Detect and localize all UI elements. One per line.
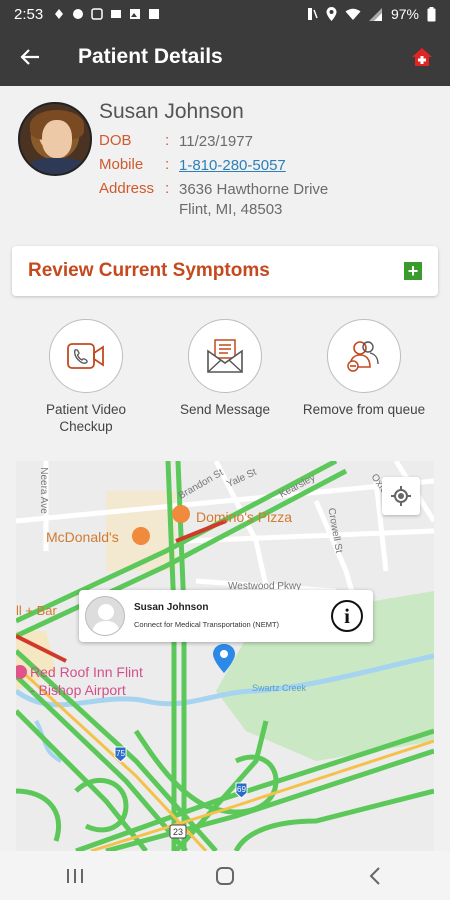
separator: : [165, 156, 170, 173]
dob-value: 11/23/1977 [179, 133, 253, 150]
status-bar: 2:53 97% [0, 0, 450, 28]
remove-queue-action[interactable]: Remove from queue [294, 319, 434, 418]
popup-patient-name: Susan Johnson [134, 602, 209, 613]
map-label-neera: Neera Ave [37, 467, 49, 514]
notification-icon [149, 9, 160, 19]
plus-icon[interactable]: + [404, 262, 422, 280]
address-row: Address : 3636 Hawthorne Drive Flint, MI… [99, 180, 328, 220]
notification-icon [55, 9, 64, 19]
recent-apps-icon [67, 868, 83, 883]
page-title: Patient Details [78, 45, 223, 68]
map-label-dominos: Domino's Pizza [196, 509, 293, 525]
status-time: 2:53 [14, 5, 44, 23]
video-checkup-label: Patient Video Checkup [45, 402, 127, 434]
send-message-button[interactable] [188, 319, 262, 393]
recent-apps-button[interactable] [45, 856, 105, 896]
home-icon [216, 866, 234, 885]
remove-queue-label: Remove from queue [302, 402, 426, 417]
dob-row: DOB : 11/23/1977 [99, 132, 253, 152]
map-label-bar: ll + Bar [16, 603, 57, 618]
map-label-hwy75: 75 [116, 749, 125, 758]
popup-avatar [85, 596, 125, 636]
user-placeholder-icon [92, 604, 120, 635]
address-label: Address [99, 180, 155, 197]
notification-icon [130, 9, 141, 19]
popup-subtitle: Connect for Medical Transportation (NEMT… [134, 620, 280, 629]
battery-percent: 97% [390, 6, 419, 22]
map-label-hwy69: 69 [237, 785, 246, 794]
send-message-action[interactable]: Send Message [155, 319, 295, 418]
map-label-bishop: - Bishop Airport [30, 682, 126, 698]
review-symptoms-title: Review Current Symptoms [28, 260, 270, 281]
patient-map-popup[interactable]: Susan Johnson Connect for Medical Transp… [79, 590, 373, 642]
mute-icon [307, 8, 318, 20]
map-label-swartz: Swartz Creek [252, 683, 307, 693]
system-back-button[interactable] [345, 856, 405, 896]
battery-icon [427, 6, 436, 21]
system-icons: 97% [306, 6, 436, 22]
mobile-row: Mobile : 1-810-280-5057 [99, 156, 286, 176]
review-symptoms-card[interactable]: Review Current Symptoms + [12, 246, 438, 296]
back-button[interactable] [0, 28, 60, 86]
video-call-icon [67, 343, 104, 369]
app-bar: Patient Details [0, 28, 450, 86]
my-location-button[interactable] [382, 477, 420, 515]
mobile-link[interactable]: 1-810-280-5057 [179, 156, 286, 176]
map-label-mcdonalds: McDonald's [46, 529, 119, 545]
mobile-label: Mobile [99, 156, 144, 173]
address-line-1: 3636 Hawthorne Drive [179, 181, 329, 198]
notification-icon [73, 9, 84, 19]
remove-queue-button[interactable] [327, 319, 401, 393]
back-arrow-icon [20, 49, 39, 65]
map-label-hwy23: 23 [172, 827, 183, 837]
chevron-left-icon [369, 866, 380, 885]
location-icon [326, 7, 337, 21]
patient-avatar [18, 102, 92, 176]
map-view[interactable]: Brandon St Yale St Kearsley Oxford St Cr… [16, 461, 434, 851]
video-checkup-action[interactable]: Patient Video Checkup [16, 319, 156, 435]
map-label-redroof: Red Roof Inn Flint [30, 664, 143, 680]
envelope-icon [207, 339, 243, 373]
medical-home-icon [412, 48, 432, 66]
separator: : [165, 180, 170, 197]
separator: : [165, 132, 170, 149]
dob-label: DOB [99, 132, 132, 149]
patient-summary: Susan Johnson DOB : 11/23/1977 Mobile : … [18, 100, 438, 230]
system-nav-bar [0, 851, 450, 900]
crosshair-icon [391, 486, 411, 506]
notification-icon [91, 8, 103, 20]
video-checkup-button[interactable] [49, 319, 123, 393]
remove-user-icon [347, 341, 379, 372]
wifi-icon [345, 8, 361, 20]
send-message-label: Send Message [179, 402, 271, 417]
home-button[interactable] [195, 856, 255, 896]
notification-icon [111, 10, 122, 18]
signal-icon [368, 7, 382, 21]
notification-icons [53, 8, 160, 20]
patient-name: Susan Johnson [99, 100, 244, 123]
info-icon[interactable]: i [331, 600, 363, 632]
medical-home-button[interactable] [402, 37, 442, 77]
address-line-2: Flint, MI, 48503 [179, 201, 283, 218]
